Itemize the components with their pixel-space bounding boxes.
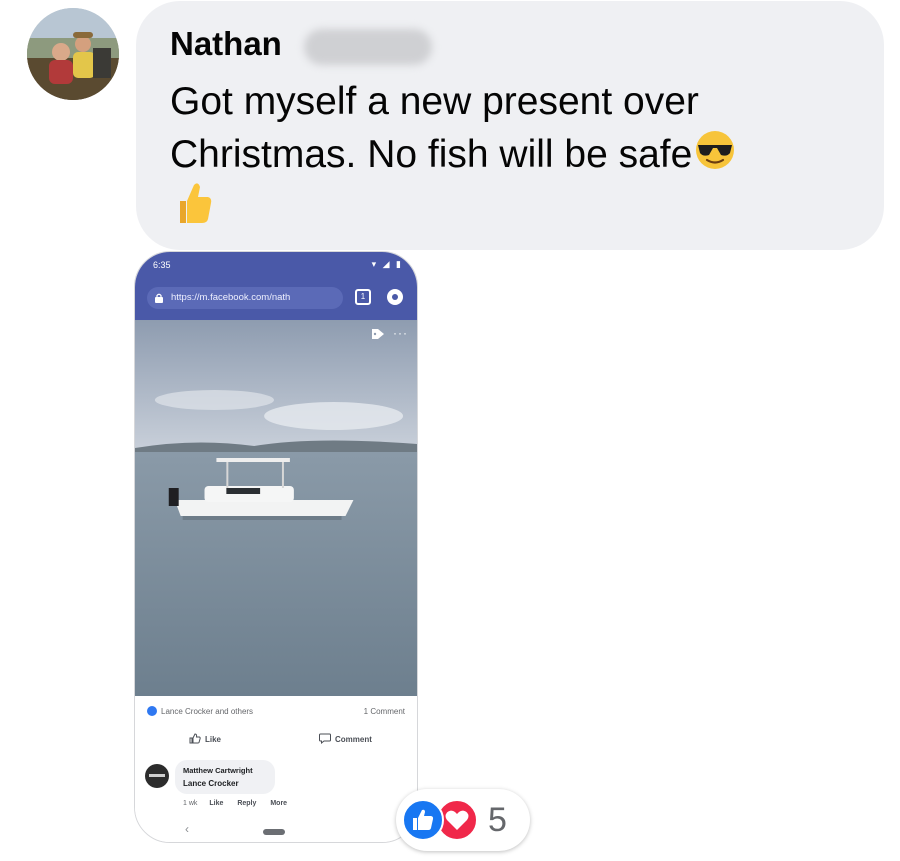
url-pill: https://m.facebook.com/nath	[147, 287, 343, 309]
comment-action: Comment	[319, 733, 372, 744]
comment-count: 1 Comment	[363, 707, 405, 716]
like-label: Like	[205, 735, 222, 744]
tag-icon	[372, 329, 384, 339]
phone-nav-bar: ‹	[135, 818, 417, 842]
browser-url-bar: https://m.facebook.com/nath 1	[135, 278, 417, 320]
comment-label: Comment	[335, 735, 372, 744]
message-text: Got myself a new present over Christmas.…	[170, 80, 699, 176]
status-time: 6:35	[153, 260, 171, 270]
like-action: Like	[189, 733, 221, 744]
reaction-names: Lance Crocker and others	[161, 707, 254, 716]
sender-avatar[interactable]	[27, 8, 119, 100]
comment-age: 1 wk	[183, 800, 198, 807]
comment-like: Like	[209, 800, 224, 807]
status-icons: ▾ ◢ ▮	[371, 259, 403, 269]
blurred-surname	[304, 29, 432, 65]
browser-menu-icon	[387, 289, 403, 305]
like-icon	[402, 799, 444, 841]
sender-name[interactable]: Nathan	[170, 25, 282, 63]
comment-author: Matthew Cartwright	[183, 766, 253, 775]
boat-photo	[135, 320, 417, 696]
comment-reply: Reply	[237, 800, 257, 807]
post-action-bar: Like Comment	[135, 726, 417, 755]
like-reaction-icon	[147, 706, 157, 716]
like-glyph	[413, 809, 434, 830]
sunglasses-face-icon	[696, 131, 735, 169]
post-reaction-summary: Lance Crocker and others 1 Comment	[135, 696, 417, 727]
comment-text: Lance Crocker	[183, 779, 239, 788]
comment-more: More	[270, 800, 288, 807]
commenter-avatar	[145, 764, 169, 788]
message-text-block: Got myself a new present over Christmas.…	[170, 75, 830, 181]
message-bubble: Nathan Got myself a new present over Chr…	[136, 1, 884, 250]
like-outline-icon	[189, 733, 201, 744]
back-chevron-icon: ‹	[185, 822, 189, 836]
lock-icon	[155, 293, 163, 303]
home-indicator	[263, 829, 285, 835]
reaction-count: 5	[488, 801, 507, 839]
message-reactions[interactable]: 5	[396, 789, 530, 851]
tabs-icon: 1	[355, 289, 371, 305]
photo-attachment[interactable]: 6:35 ▾ ◢ ▮ https://m.facebook.com/nath 1	[134, 251, 418, 843]
phone-status-bar: 6:35 ▾ ◢ ▮	[135, 252, 417, 278]
comment-meta: 1 wk Like Reply More	[183, 800, 299, 807]
url-text: https://m.facebook.com/nath	[171, 292, 291, 303]
post-comment: Matthew Cartwright Lance Crocker 1 wk Li…	[135, 754, 417, 818]
thumbs-up-icon	[180, 183, 212, 223]
comment-bubble: Matthew Cartwright Lance Crocker	[175, 760, 275, 794]
more-options-icon: ···	[393, 326, 408, 340]
comment-outline-icon	[319, 733, 331, 744]
avatar-photo	[27, 8, 119, 100]
